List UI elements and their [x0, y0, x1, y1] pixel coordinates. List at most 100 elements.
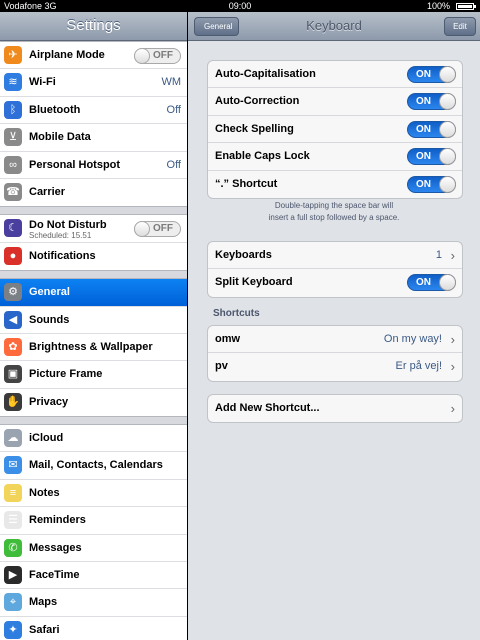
toggle-row-label: Enable Caps Lock: [215, 150, 310, 163]
toggle-knob: [439, 120, 456, 138]
sidebar-item-label: Picture Frame: [29, 368, 103, 381]
toggle-row: “.” Shortcut ON: [208, 171, 462, 198]
sidebar-item-label: Sounds: [29, 313, 70, 326]
sidebar-item-hand[interactable]: ✋ Privacy: [0, 389, 187, 416]
picture-frame-icon: ▣: [4, 365, 22, 384]
sidebar-item-notifications[interactable]: ● Notifications: [0, 243, 187, 270]
sidebar-item-subtitle: Scheduled: 15.51: [29, 231, 92, 241]
mail-icon: ✉: [4, 456, 22, 475]
split-keyboard-row: Split Keyboard ON: [208, 269, 462, 296]
edit-button[interactable]: Edit: [444, 17, 476, 36]
sidebar-item-flower[interactable]: ✿ Brightness & Wallpaper: [0, 334, 187, 362]
keyboards-group: Keyboards 1 › Split Keyboard ON: [207, 241, 463, 298]
toggle-knob: [134, 221, 150, 238]
sidebar-item-label: iCloud: [29, 432, 64, 445]
split-keyboard-label: Split Keyboard: [215, 276, 293, 289]
sidebar-item-speaker[interactable]: ◀ Sounds: [0, 307, 187, 334]
toggle-knob: [134, 48, 150, 64]
toggle-state: ON: [416, 69, 431, 80]
group-spacer: [0, 207, 187, 215]
sidebar-item-phone[interactable]: ☎ Carrier: [0, 179, 187, 206]
battery-percent: 100%: [426, 1, 450, 11]
sidebar-item-hotspot[interactable]: ∞ Personal Hotspot Off: [0, 152, 187, 179]
toggle-switch[interactable]: OFF: [134, 221, 181, 238]
sidebar-item-label: Notes: [29, 486, 60, 499]
sidebar-item-wifi[interactable]: ≋ Wi-Fi WM: [0, 69, 187, 97]
toggle-row-label: Check Spelling: [215, 122, 294, 135]
sidebar-item-label: Maps: [29, 596, 58, 609]
battery-icon: [456, 3, 476, 10]
toggle-switch[interactable]: ON: [407, 93, 456, 111]
toggle-knob: [439, 175, 456, 193]
footnote-line-1: Double-tapping the space bar will: [274, 201, 394, 210]
sidebar-item-reminders[interactable]: ☰ Reminders: [0, 507, 187, 535]
cloud-icon: ☁: [4, 429, 22, 448]
toggle-state: ON: [416, 178, 431, 190]
hand-icon: ✋: [4, 392, 22, 411]
chevron-right-icon: ›: [450, 401, 455, 416]
status-bar: Vodafone 3G 09:00 100%: [0, 0, 480, 12]
toggle-state: ON: [416, 96, 431, 108]
chevron-right-icon: ›: [450, 359, 455, 375]
group-spacer: [0, 271, 187, 279]
toggle-row: Check Spelling ON: [208, 116, 462, 144]
toggle-knob: [439, 274, 456, 292]
sidebar-item-label: Mobile Data: [29, 131, 91, 144]
toggle-knob: [439, 66, 456, 83]
shortcut-phrase: Er på vej!: [395, 360, 442, 373]
sidebar-item-label: Carrier: [29, 185, 66, 198]
toggle-row-label: Auto-Capitalisation: [215, 68, 316, 80]
shortcuts-group: omw On my way! › pv Er på vej! ›: [207, 325, 463, 382]
sidebar-item-facetime[interactable]: ▶ FaceTime: [0, 562, 187, 590]
sidebar-item-label: FaceTime: [29, 569, 80, 582]
toggle-row: Auto-Capitalisation ON: [208, 61, 462, 89]
shortcut-label: omw: [215, 333, 241, 345]
sidebar-item-mail[interactable]: ✉ Mail, Contacts, Calendars: [0, 452, 187, 480]
sidebar-item-bluetooth[interactable]: ᛒ Bluetooth Off: [0, 97, 187, 125]
toggle-switch[interactable]: OFF: [134, 48, 181, 64]
add-new-shortcut-row[interactable]: Add New Shortcut... ›: [208, 395, 462, 422]
sidebar-item-messages[interactable]: ✆ Messages: [0, 535, 187, 563]
antenna-icon: ⊻: [4, 128, 22, 147]
toggle-switch[interactable]: ON: [407, 120, 456, 138]
sidebar-item-label: Notifications: [29, 249, 96, 262]
bluetooth-icon: ᛒ: [4, 100, 22, 119]
moon-icon: ☾: [4, 219, 22, 238]
sidebar-item-label: Do Not Disturb: [29, 219, 107, 232]
toggle-state: OFF: [153, 223, 173, 235]
sidebar-item-maps[interactable]: ⌖ Maps: [0, 589, 187, 617]
toggle-switch[interactable]: ON: [407, 66, 456, 83]
toggle-switch[interactable]: ON: [407, 175, 456, 193]
toggle-row-label: Auto-Correction: [215, 95, 300, 108]
sidebar-item-antenna[interactable]: ⊻ Mobile Data: [0, 124, 187, 152]
sidebar-item-label: Brightness & Wallpaper: [29, 340, 153, 353]
sidebar-item-value: Off: [166, 103, 181, 116]
sidebar-item-notes[interactable]: ≡ Notes: [0, 480, 187, 508]
speaker-icon: ◀: [4, 310, 22, 329]
maps-icon: ⌖: [4, 593, 22, 612]
sidebar-item-picture-frame[interactable]: ▣ Picture Frame: [0, 361, 187, 389]
keyboard-settings-pane: General Keyboard Edit Auto-Capitalisatio…: [188, 12, 480, 640]
sidebar-item-label: General: [29, 286, 70, 299]
detail-navbar: General Keyboard Edit: [188, 12, 480, 41]
sidebar-item-compass[interactable]: ✦ Safari: [0, 617, 187, 640]
keyboard-toggle-group: Auto-Capitalisation ON Auto-Correction ON Ch…: [207, 60, 463, 199]
settings-group: ✈ Airplane Mode OFF ≋ Wi-Fi WM ᛒ Bluetooth Off ⊻ M…: [0, 41, 187, 208]
sidebar-item-airplane[interactable]: ✈ Airplane Mode OFF: [0, 42, 187, 70]
settings-group: ☾ Do Not Disturb Scheduled: 15.51 OFF ● Notif…: [0, 214, 187, 272]
shortcut-row[interactable]: pv Er på vej! ›: [208, 353, 462, 380]
sidebar-item-cloud[interactable]: ☁ iCloud: [0, 425, 187, 453]
airplane-icon: ✈: [4, 46, 22, 64]
sidebar-item-label: Reminders: [29, 514, 86, 527]
reminders-icon: ☰: [4, 511, 22, 530]
toggle-switch[interactable]: ON: [407, 148, 456, 166]
keyboards-row[interactable]: Keyboards 1 ›: [208, 242, 462, 270]
wifi-icon: ≋: [4, 73, 22, 92]
split-keyboard-toggle[interactable]: ON: [407, 274, 456, 292]
toggle-row: Auto-Correction ON: [208, 88, 462, 116]
shortcut-row[interactable]: omw On my way! ›: [208, 326, 462, 354]
sidebar-item-moon[interactable]: ☾ Do Not Disturb Scheduled: 15.51 OFF: [0, 215, 187, 243]
hotspot-icon: ∞: [4, 155, 22, 174]
sidebar-item-gear[interactable]: ⚙ General: [0, 279, 187, 307]
gear-icon: ⚙: [4, 283, 22, 302]
